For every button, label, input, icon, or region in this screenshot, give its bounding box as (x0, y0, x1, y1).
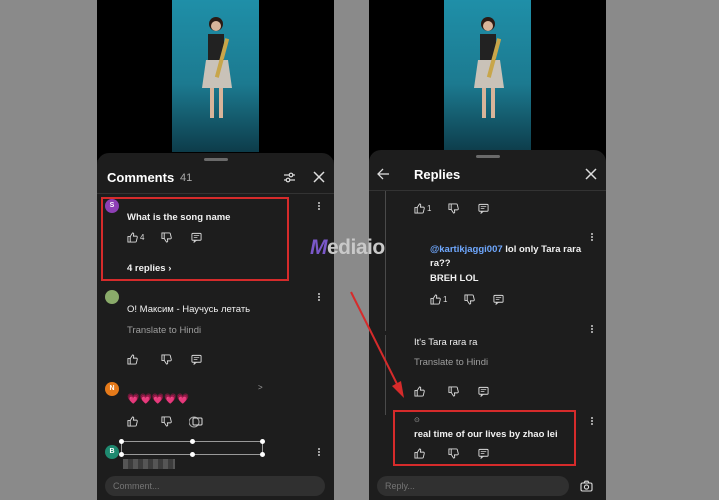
annotation-arrow (350, 291, 404, 398)
